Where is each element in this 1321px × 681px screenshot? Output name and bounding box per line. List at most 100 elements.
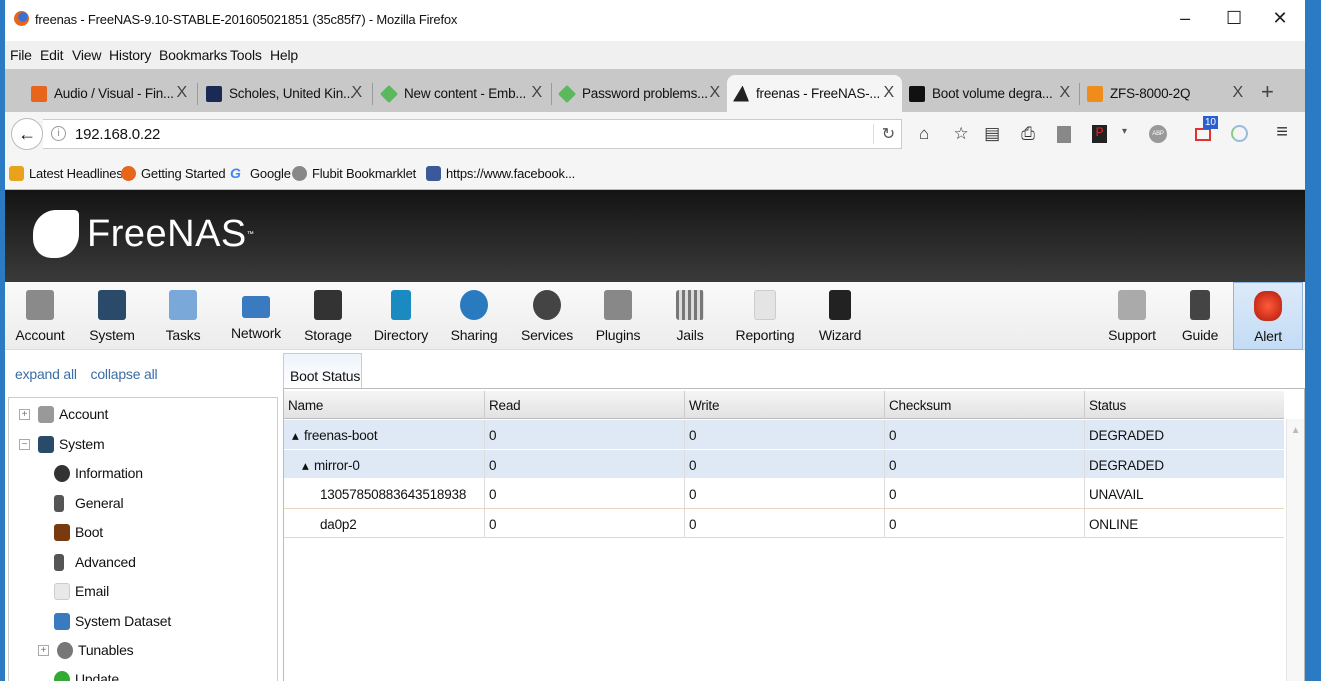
information-icon — [54, 464, 70, 482]
menu-help[interactable]: Help — [270, 47, 298, 63]
print-icon[interactable]: ⎙ — [1017, 124, 1039, 144]
expand-all-link[interactable]: expand all — [15, 366, 77, 382]
toolbar-plugins[interactable]: Plugins — [582, 282, 654, 350]
table-row[interactable]: ▴ freenas-boot 0 0 0 DEGRADED — [284, 420, 1284, 450]
logo-text: FreeNAS — [87, 212, 247, 255]
browser-tab[interactable]: Audio / Visual - Fin... X — [25, 75, 195, 112]
menu-file[interactable]: File — [10, 47, 32, 63]
tab-close-icon[interactable]: X — [177, 84, 188, 102]
toolbar-wizard[interactable]: Wizard — [804, 282, 876, 350]
collapse-toggle[interactable]: − — [19, 438, 30, 450]
pocket-extension-icon[interactable]: P — [1092, 125, 1107, 143]
dropdown-arrow-icon[interactable]: ▾ — [1122, 126, 1127, 137]
boot-status-grid: Name Read Write Checksum Status ▴ freena… — [283, 388, 1305, 681]
bookmark-item[interactable]: Latest Headlines — [9, 166, 123, 181]
menu-view[interactable]: View — [72, 47, 101, 63]
bookmark-item[interactable]: Getting Started — [121, 166, 226, 181]
expand-toggle[interactable]: + — [38, 644, 49, 656]
table-row[interactable]: ▴ mirror-0 0 0 0 DEGRADED — [284, 449, 1284, 479]
close-button[interactable]: ✕ — [1265, 8, 1295, 29]
browser-tab[interactable]: Boot volume degra... X — [903, 75, 1078, 112]
new-tab-button[interactable]: + — [1261, 79, 1274, 105]
home-icon[interactable]: ⌂ — [913, 124, 935, 144]
expand-toggle[interactable]: + — [19, 408, 30, 420]
tree-label: Tunables — [78, 642, 134, 658]
toolbar-directory[interactable]: Directory — [365, 282, 437, 350]
minimize-button[interactable]: – — [1170, 8, 1200, 29]
column-header-write[interactable]: Write — [684, 391, 884, 419]
browser-tab-active[interactable]: freenas - FreeNAS-... X — [727, 75, 902, 112]
toolbar-services[interactable]: Services — [511, 282, 583, 350]
tab-close-icon[interactable]: X — [1060, 84, 1071, 102]
tree-item-system-dataset[interactable]: System Dataset — [54, 610, 171, 632]
column-header-status[interactable]: Status — [1084, 391, 1284, 419]
table-row[interactable]: da0p2 0 0 0 ONLINE — [284, 508, 1284, 538]
maximize-button[interactable]: ☐ — [1219, 8, 1249, 29]
gmail-icon[interactable] — [1195, 128, 1211, 141]
table-row[interactable]: 13057850883643518938 0 0 0 UNAVAIL — [284, 479, 1284, 509]
update-icon — [54, 670, 70, 681]
vertical-scrollbar[interactable]: ▲ — [1286, 419, 1304, 681]
tree-item-advanced[interactable]: Advanced — [54, 551, 136, 573]
tree-item-account[interactable]: + Account — [19, 403, 108, 425]
toolbar-tasks[interactable]: Tasks — [147, 282, 219, 350]
menu-edit[interactable]: Edit — [40, 47, 64, 63]
tree-item-tunables[interactable]: + Tunables — [38, 639, 134, 661]
dataset-icon — [54, 612, 70, 630]
reading-list-icon[interactable]: ▤ — [981, 124, 1003, 144]
toolbar-support[interactable]: Support — [1096, 282, 1168, 350]
browser-tab[interactable]: Password problems... X — [553, 75, 728, 112]
menu-history[interactable]: History — [109, 47, 151, 63]
back-button[interactable]: ← — [11, 118, 43, 150]
tab-close-icon[interactable]: X — [352, 84, 363, 102]
column-header-read[interactable]: Read — [484, 391, 684, 419]
collapse-all-link[interactable]: collapse all — [91, 366, 158, 382]
browser-tab[interactable]: ZFS-8000-2Q X — [1081, 75, 1251, 112]
toolbar-network[interactable]: Network — [220, 282, 292, 350]
info-icon[interactable]: i — [51, 126, 66, 141]
toolbar-reporting[interactable]: Reporting — [729, 282, 801, 350]
toolbar-account[interactable]: Account — [5, 282, 76, 350]
navigation-bar: i 192.168.0.22 ↻ ← ⌂ ☆ ▤ ⎙ P ▾ ABP 10 ≡ — [5, 112, 1305, 156]
menu-bookmarks[interactable]: Bookmarks — [159, 47, 227, 63]
url-bar[interactable]: i 192.168.0.22 ↻ — [43, 119, 902, 149]
reload-icon[interactable]: ↻ — [872, 124, 895, 144]
tree-item-system[interactable]: − System — [19, 433, 105, 455]
bookmark-item[interactable]: Flubit Bookmarklet — [292, 166, 416, 181]
row-expander-icon[interactable]: ▴ — [294, 450, 309, 479]
bookmark-item[interactable]: G Google — [230, 166, 291, 182]
row-expander-icon[interactable]: ▴ — [284, 420, 299, 449]
bookmark-star-icon[interactable]: ☆ — [950, 124, 972, 144]
toolbar-jails[interactable]: Jails — [654, 282, 726, 350]
toolbar-sharing[interactable]: Sharing — [438, 282, 510, 350]
menu-tools[interactable]: Tools — [230, 47, 262, 63]
freenas-logo[interactable]: FreeNAS ™ — [33, 210, 254, 258]
tree-item-boot[interactable]: Boot — [54, 521, 103, 543]
tree-item-information[interactable]: Information — [54, 462, 143, 484]
tab-close-icon[interactable]: X — [532, 84, 543, 102]
browser-tab[interactable]: Scholes, United Kin... X — [200, 75, 370, 112]
bookmark-item[interactable]: https://www.facebook... — [426, 166, 575, 181]
wrench-icon — [54, 494, 64, 512]
extension-icon[interactable] — [1057, 126, 1071, 143]
url-text[interactable]: 192.168.0.22 — [75, 126, 160, 143]
tab-boot-status[interactable]: Boot Status — [283, 353, 362, 388]
tab-close-icon[interactable]: X — [710, 84, 721, 102]
tab-favicon-icon — [31, 85, 47, 102]
column-header-checksum[interactable]: Checksum — [884, 391, 1084, 419]
browser-tab[interactable]: New content - Emb... X — [375, 75, 550, 112]
toolbar-guide[interactable]: Guide — [1164, 282, 1236, 350]
toolbar-storage[interactable]: Storage — [292, 282, 364, 350]
toolbar-system[interactable]: System — [76, 282, 148, 350]
toolbar-alert[interactable]: Alert — [1233, 282, 1303, 350]
hamburger-menu-icon[interactable]: ≡ — [1271, 121, 1293, 144]
scroll-up-arrow-icon[interactable]: ▲ — [1291, 425, 1301, 436]
tree-item-update[interactable]: Update — [54, 668, 119, 681]
tree-item-email[interactable]: Email — [54, 580, 109, 602]
tree-item-general[interactable]: General — [54, 492, 124, 514]
tab-close-icon[interactable]: X — [1233, 84, 1244, 102]
tab-close-icon[interactable]: X — [884, 84, 895, 102]
firefox-icon — [121, 166, 136, 181]
column-header-name[interactable]: Name — [284, 391, 484, 419]
adblock-icon[interactable]: ABP — [1149, 125, 1167, 143]
